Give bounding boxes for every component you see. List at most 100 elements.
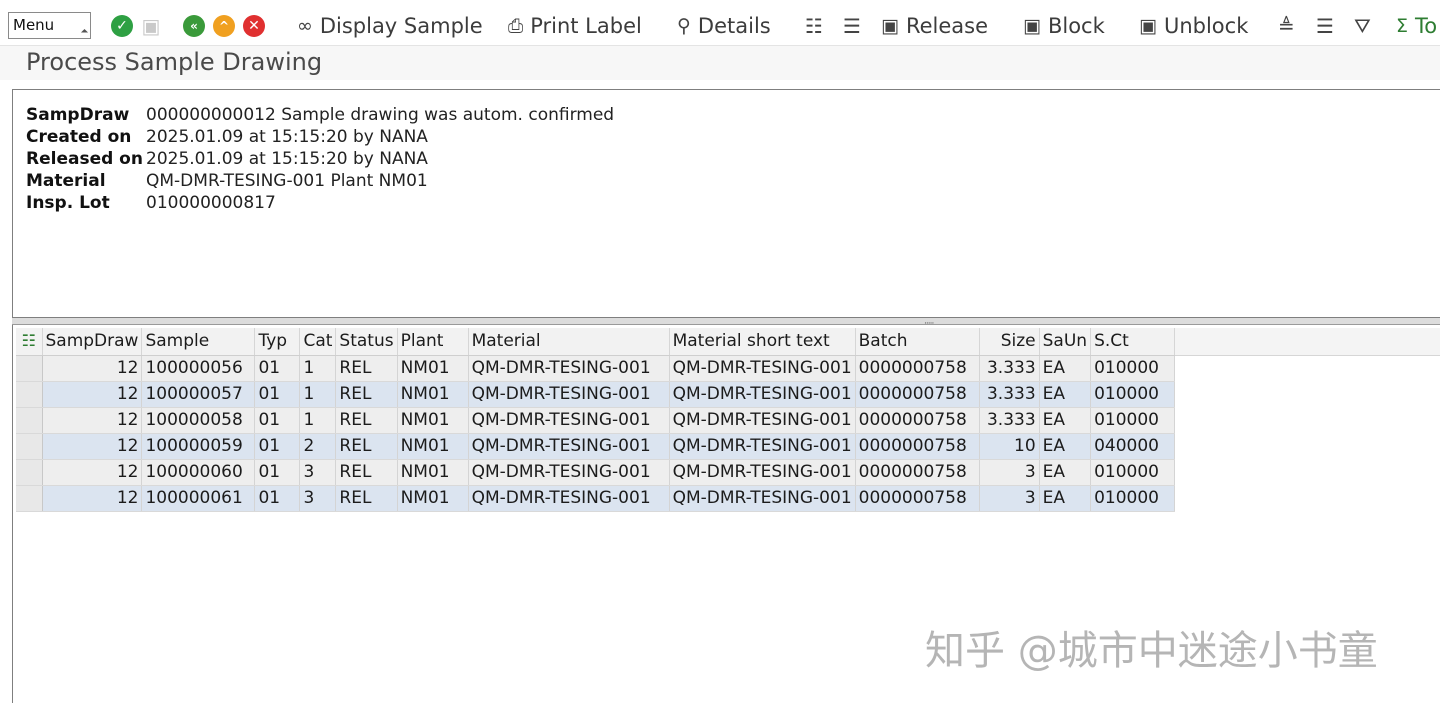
cell-sample: 100000057 bbox=[142, 381, 255, 407]
cell-cat: 1 bbox=[300, 355, 336, 381]
confirm-check-icon[interactable]: ✓ bbox=[111, 15, 133, 37]
cell-sample: 100000061 bbox=[142, 485, 255, 511]
column-header-material-short-text[interactable]: Material short text bbox=[669, 328, 855, 355]
cell-status: REL bbox=[336, 459, 397, 485]
table-row[interactable]: 12 100000058 01 1 REL NM01 QM-DMR-TESING… bbox=[16, 407, 1175, 433]
column-header-batch[interactable]: Batch bbox=[855, 328, 979, 355]
cell-batch: 0000000758 bbox=[855, 485, 979, 511]
cell-size: 3 bbox=[979, 485, 1039, 511]
cell-sampdraw: 12 bbox=[42, 433, 142, 459]
cell-size: 3.333 bbox=[979, 355, 1039, 381]
cell-status: REL bbox=[336, 381, 397, 407]
row-selector[interactable] bbox=[16, 485, 42, 511]
sigma-icon: Σ bbox=[1396, 15, 1408, 37]
cell-sample: 100000058 bbox=[142, 407, 255, 433]
cell-plant: NM01 bbox=[397, 381, 468, 407]
cell-material: QM-DMR-TESING-001 bbox=[468, 485, 669, 511]
cell-material: QM-DMR-TESING-001 bbox=[468, 459, 669, 485]
cell-cat: 1 bbox=[300, 407, 336, 433]
cell-typ: 01 bbox=[255, 355, 300, 381]
info-label: SampDraw bbox=[26, 105, 129, 125]
row-selector[interactable] bbox=[16, 459, 42, 485]
sample-table: ☷ SampDraw Sample Typ Cat Status Plant M… bbox=[16, 328, 1175, 512]
select-layout-icon[interactable]: ☷ bbox=[805, 14, 823, 38]
cell-material-short-text: QM-DMR-TESING-001 bbox=[669, 433, 855, 459]
cell-size: 3 bbox=[979, 459, 1039, 485]
cell-status: REL bbox=[336, 355, 397, 381]
cell-saun: EA bbox=[1039, 433, 1090, 459]
cell-size: 10 bbox=[979, 433, 1039, 459]
row-selector[interactable] bbox=[16, 381, 42, 407]
sort-ascending-icon[interactable]: ≜ bbox=[1278, 14, 1295, 38]
block-button[interactable]: ▣ Block bbox=[1023, 12, 1105, 40]
display-sample-button[interactable]: ∞ Display Sample bbox=[297, 12, 483, 40]
cell-typ: 01 bbox=[255, 407, 300, 433]
sort-descending-icon[interactable]: ☰ bbox=[1316, 14, 1334, 38]
cell-batch: 0000000758 bbox=[855, 459, 979, 485]
column-header-sct[interactable]: S.Ct bbox=[1091, 328, 1175, 355]
table-row[interactable]: 12 100000057 01 1 REL NM01 QM-DMR-TESING… bbox=[16, 381, 1175, 407]
cell-sampdraw: 12 bbox=[42, 381, 142, 407]
exit-icon[interactable]: ^ bbox=[213, 15, 235, 37]
column-header-typ[interactable]: Typ bbox=[255, 328, 300, 355]
column-header-cat[interactable]: Cat bbox=[300, 328, 336, 355]
table-row[interactable]: 12 100000056 01 1 REL NM01 QM-DMR-TESING… bbox=[16, 355, 1175, 381]
column-header-material[interactable]: Material bbox=[468, 328, 669, 355]
info-value: QM-DMR-TESING-001 Plant NM01 bbox=[146, 171, 428, 191]
column-header-plant[interactable]: Plant bbox=[397, 328, 468, 355]
details-label: Details bbox=[698, 14, 771, 38]
table-row[interactable]: 12 100000061 01 3 REL NM01 QM-DMR-TESING… bbox=[16, 485, 1175, 511]
info-value: 000000000012 Sample drawing was autom. c… bbox=[146, 105, 614, 125]
cell-sampdraw: 12 bbox=[42, 485, 142, 511]
unblock-button[interactable]: ▣ Unblock bbox=[1139, 12, 1248, 40]
menu-dropdown[interactable]: Menu bbox=[8, 12, 91, 39]
total-label: To bbox=[1415, 14, 1437, 38]
panel-splitter[interactable]: ····· bbox=[12, 318, 1440, 325]
print-label-button[interactable]: ⎙ Print Label bbox=[508, 12, 642, 40]
table-header-row: ☷ SampDraw Sample Typ Cat Status Plant M… bbox=[16, 328, 1175, 355]
row-selector[interactable] bbox=[16, 355, 42, 381]
watermark: 知乎 @城市中迷途小书童 bbox=[925, 618, 1378, 676]
cell-material-short-text: QM-DMR-TESING-001 bbox=[669, 459, 855, 485]
cell-size: 3.333 bbox=[979, 407, 1039, 433]
change-layout-icon[interactable]: ☰ bbox=[843, 14, 861, 38]
cell-plant: NM01 bbox=[397, 485, 468, 511]
floppy-icon: ▣ bbox=[1023, 15, 1041, 37]
cell-sct: 010000 bbox=[1091, 459, 1175, 485]
row-selector[interactable] bbox=[16, 433, 42, 459]
info-label: Created on bbox=[26, 127, 131, 147]
cell-plant: NM01 bbox=[397, 407, 468, 433]
column-header-size[interactable]: Size bbox=[979, 328, 1039, 355]
cell-saun: EA bbox=[1039, 485, 1090, 511]
cell-material-short-text: QM-DMR-TESING-001 bbox=[669, 485, 855, 511]
filter-icon[interactable]: ⛛ bbox=[1354, 14, 1371, 38]
display-sample-label: Display Sample bbox=[320, 14, 483, 38]
row-selector[interactable] bbox=[16, 407, 42, 433]
cell-material-short-text: QM-DMR-TESING-001 bbox=[669, 407, 855, 433]
release-button[interactable]: ▣ Release bbox=[881, 12, 988, 40]
back-icon[interactable]: « bbox=[183, 15, 205, 37]
page-title: Process Sample Drawing bbox=[26, 48, 322, 76]
column-header-status[interactable]: Status bbox=[336, 328, 397, 355]
save-icon[interactable]: ▣ bbox=[140, 15, 162, 37]
cell-sample: 100000059 bbox=[142, 433, 255, 459]
menu-label: Menu bbox=[13, 16, 54, 34]
cell-sample: 100000056 bbox=[142, 355, 255, 381]
info-label: Insp. Lot bbox=[26, 193, 110, 213]
table-row[interactable]: 12 100000059 01 2 REL NM01 QM-DMR-TESING… bbox=[16, 433, 1175, 459]
glasses-icon: ∞ bbox=[297, 15, 313, 37]
cancel-icon[interactable]: ✕ bbox=[243, 15, 265, 37]
cell-material: QM-DMR-TESING-001 bbox=[468, 381, 669, 407]
column-header-sampdraw[interactable]: SampDraw bbox=[42, 328, 142, 355]
cell-typ: 01 bbox=[255, 459, 300, 485]
cell-batch: 0000000758 bbox=[855, 355, 979, 381]
table-row[interactable]: 12 100000060 01 3 REL NM01 QM-DMR-TESING… bbox=[16, 459, 1175, 485]
info-value: 010000000817 bbox=[146, 193, 276, 213]
column-header-saun[interactable]: SaUn bbox=[1039, 328, 1090, 355]
details-button[interactable]: ⚲ Details bbox=[677, 12, 771, 40]
total-button[interactable]: Σ To bbox=[1396, 12, 1437, 40]
layout-header-cell[interactable]: ☷ bbox=[16, 328, 42, 355]
cell-saun: EA bbox=[1039, 407, 1090, 433]
cell-plant: NM01 bbox=[397, 355, 468, 381]
column-header-sample[interactable]: Sample bbox=[142, 328, 255, 355]
